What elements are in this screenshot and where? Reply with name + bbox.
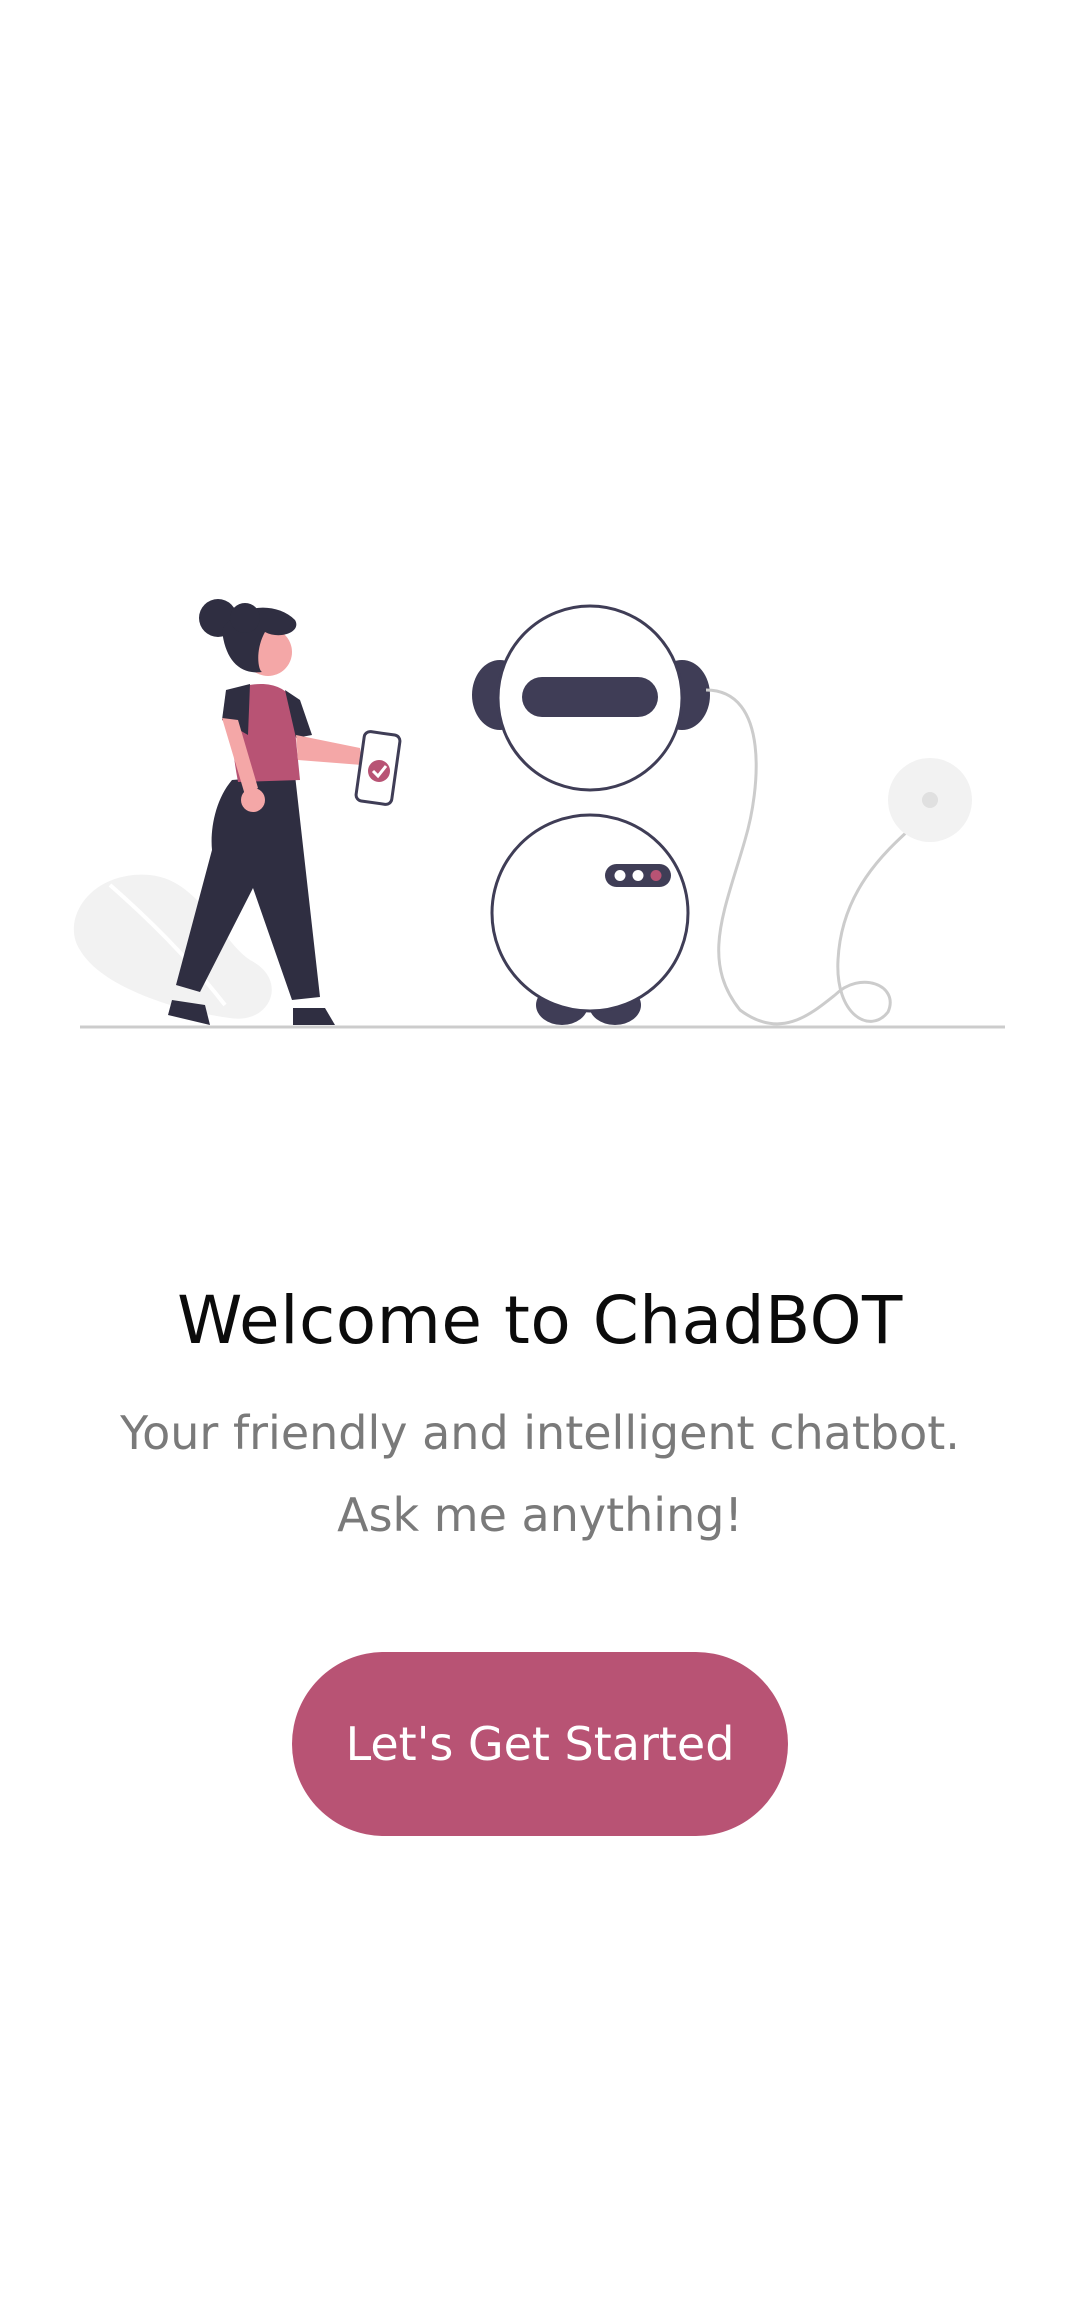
chat-dots-icon — [605, 864, 671, 887]
power-outlet-icon — [888, 758, 972, 842]
woman-figure — [168, 599, 402, 1025]
welcome-screen: Welcome to ChadBOT Your friendly and int… — [0, 0, 1080, 2300]
onboarding-illustration — [73, 599, 1005, 1029]
phone-icon — [354, 730, 402, 806]
welcome-subtitle: Your friendly and intelligent chatbot. A… — [120, 1406, 960, 1542]
robot-figure — [472, 604, 972, 1026]
get-started-button[interactable]: Let's Get Started — [292, 1652, 788, 1836]
welcome-title: Welcome to ChadBOT — [177, 1282, 903, 1359]
